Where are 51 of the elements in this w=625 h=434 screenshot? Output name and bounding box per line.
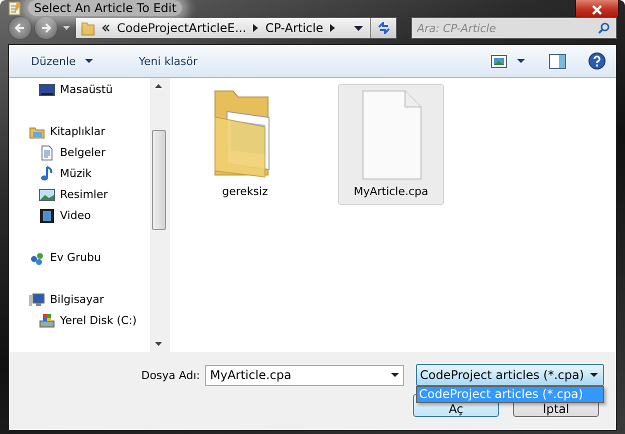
scrollbar[interactable]: [150, 78, 167, 352]
file-type-dropdown[interactable]: CodeProject articles (*.cpa): [416, 364, 604, 386]
file-item[interactable]: MyArticle.cpa: [338, 84, 444, 205]
toolbar-button[interactable]: Yeni klasör: [132, 52, 204, 70]
computer-icon: [29, 292, 45, 308]
tree-item[interactable]: Masaüstü: [9, 79, 150, 100]
folder-icon: [81, 20, 95, 36]
file-item[interactable]: gereksiz: [192, 84, 298, 205]
file-name-label: Dosya Adı:: [140, 368, 200, 382]
documents-icon: [39, 144, 55, 160]
tree-item[interactable]: Ev Grubu: [9, 247, 150, 268]
window-title: Select An Article To Edit: [28, 0, 182, 16]
toolbar-button[interactable]: Düzenle: [25, 52, 99, 70]
tree-item[interactable]: Yerel Disk (C:): [9, 310, 150, 331]
chevron-right-icon[interactable]: [253, 24, 258, 32]
view-caret-icon[interactable]: [517, 59, 525, 63]
dropdown-caret-icon[interactable]: [354, 26, 363, 30]
close-icon: [591, 4, 603, 14]
help-icon[interactable]: [588, 52, 606, 70]
scroll-down-icon[interactable]: [155, 342, 162, 346]
view-icon[interactable]: [491, 54, 507, 68]
dropdown-caret-icon[interactable]: [590, 373, 598, 377]
preview-pane-icon[interactable]: [549, 54, 566, 68]
back-button[interactable]: [8, 16, 32, 40]
file-name-field[interactable]: MyArticle.cpa: [205, 364, 404, 386]
forward-arrow-icon: [40, 22, 52, 34]
desktop-icon: [39, 82, 55, 98]
dropdown-caret-icon[interactable]: [391, 373, 399, 377]
address-bar[interactable]: CodeProjectArticleE... CP-Article: [75, 17, 397, 39]
double-chevron-icon: [102, 24, 110, 32]
breadcrumb[interactable]: CodeProjectArticleE...: [117, 21, 246, 35]
notepad-icon: [8, 0, 22, 16]
tree-item[interactable]: Müzik: [9, 163, 150, 184]
tree-item[interactable]: Video: [9, 205, 150, 226]
tree-item[interactable]: Bilgisayar: [9, 289, 150, 310]
tree-item[interactable]: Resimler: [9, 184, 150, 205]
video-icon: [39, 208, 55, 224]
chevron-right-icon[interactable]: [330, 24, 336, 32]
forward-button[interactable]: [34, 16, 58, 40]
breadcrumb[interactable]: CP-Article: [265, 21, 324, 35]
refresh-icon: [376, 22, 390, 34]
search-icon: [598, 22, 610, 34]
music-icon: [39, 166, 55, 182]
history-caret-icon[interactable]: [63, 26, 70, 30]
disk-icon: [39, 312, 55, 328]
tree-item[interactable]: Kitaplıklar: [9, 121, 150, 142]
refresh-button[interactable]: [370, 18, 396, 38]
pictures-icon: [39, 186, 55, 202]
scroll-up-icon[interactable]: [155, 84, 162, 88]
back-arrow-icon: [14, 22, 26, 34]
tree-item[interactable]: Belgeler: [9, 142, 150, 163]
